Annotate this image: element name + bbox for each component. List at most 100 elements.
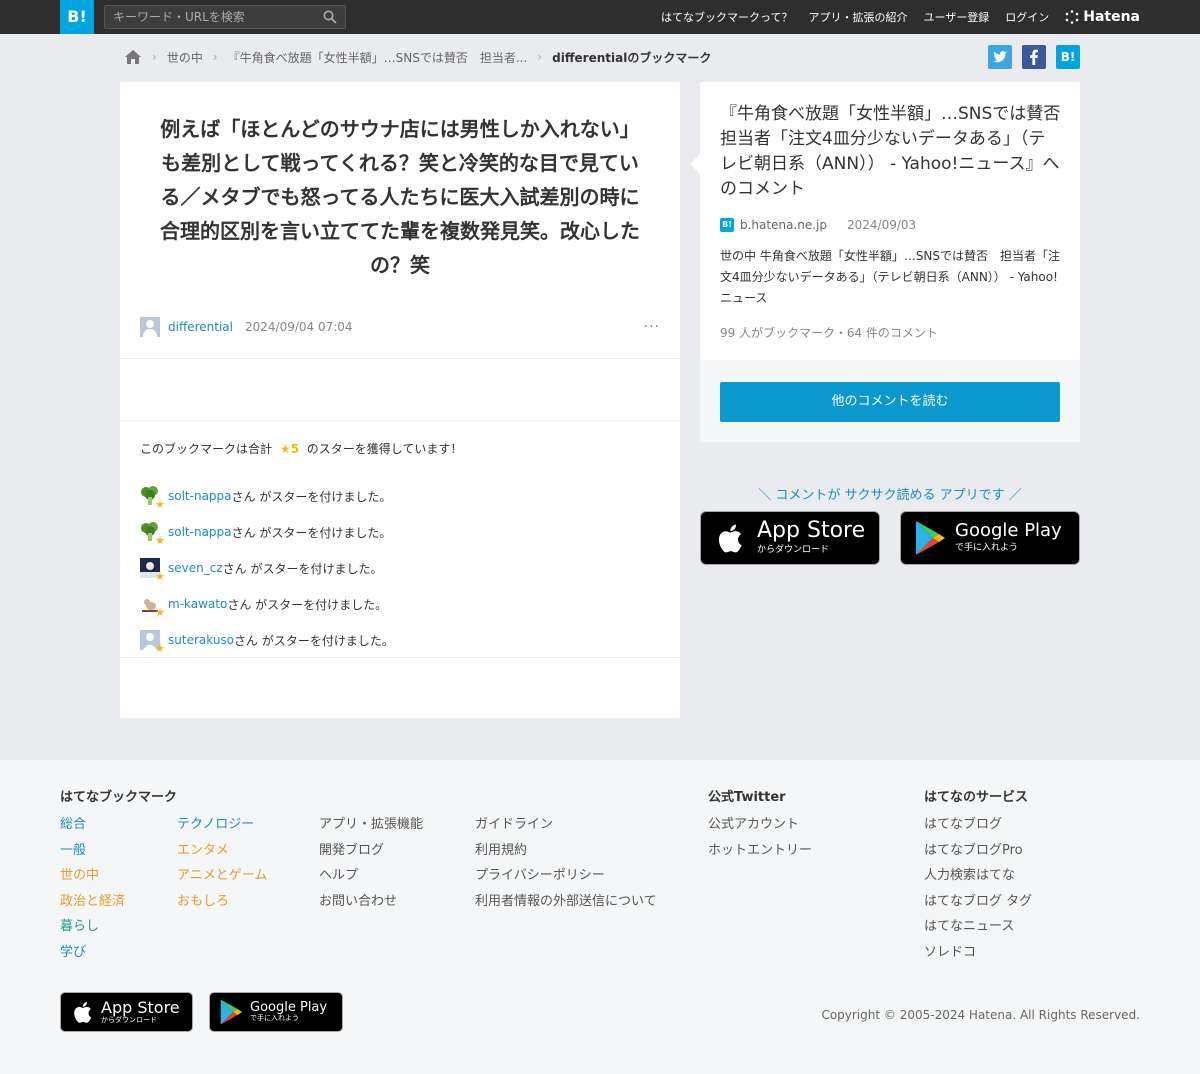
star-user-link[interactable]: suterakuso [168, 633, 234, 647]
star-icon: ★ [155, 606, 165, 619]
footer-link[interactable]: はてなニュース [924, 914, 1032, 940]
breadcrumb-category[interactable]: 世の中 [167, 49, 203, 66]
star-user-link[interactable]: solt-nappa [168, 525, 232, 539]
breadcrumb-current: differentialのブックマーク [552, 50, 712, 65]
footer-link[interactable]: はてなブログ [924, 812, 1032, 838]
google-play-badge[interactable]: Google Play で手に入れよう [900, 511, 1080, 565]
footer-link[interactable]: お問い合わせ [319, 889, 423, 915]
footer-link[interactable]: 開発ブログ [319, 838, 423, 864]
nav-register[interactable]: ユーザー登録 [923, 9, 989, 25]
entry-domain[interactable]: b.hatena.ne.jp [740, 218, 827, 232]
footer-link[interactable]: 公式アカウント [708, 812, 812, 838]
bookmark-user-link[interactable]: differential [168, 320, 233, 334]
footer-link[interactable]: はてなブログPro [924, 838, 1032, 864]
home-icon[interactable] [124, 49, 142, 65]
apple-icon [74, 1001, 92, 1023]
footer-link[interactable]: エンタメ [177, 838, 267, 864]
footer-link[interactable]: おもしろ [177, 889, 267, 915]
footer-link[interactable]: 利用規約 [475, 838, 657, 864]
star-list: ★ solt-nappa さん がスターを付けました。 ★ solt-nappa さ… [140, 478, 660, 658]
app-store-subtitle: からダウンロード [757, 545, 830, 556]
google-play-icon [916, 521, 945, 555]
footer-link[interactable]: 暮らし [60, 914, 125, 940]
footer-link[interactable]: 学び [60, 940, 125, 966]
google-play-subtitle: で手に入れよう [955, 543, 1019, 554]
footer-link[interactable]: アニメとゲーム [177, 863, 267, 889]
footer-link[interactable]: 人力検索はてな [924, 863, 1032, 889]
star-summary-suffix: のスターを獲得しています！ [306, 442, 463, 456]
avatar[interactable] [140, 317, 160, 337]
footer-link[interactable]: テクノロジー [177, 812, 267, 838]
star-icon: ★ [155, 534, 165, 547]
divider [120, 420, 680, 421]
footer-link[interactable]: ホットエントリー [708, 838, 812, 864]
hatena-brand-label: Hatena [1083, 9, 1140, 25]
search-box[interactable] [104, 5, 346, 29]
footer-twitter-title: 公式Twitter [708, 790, 786, 805]
footer-categories-2: テクノロジー エンタメ アニメとゲーム おもしろ [177, 812, 267, 914]
app-promo-text: ＼ コメントが サクサク読める アプリです ／ [758, 488, 1022, 503]
avatar[interactable]: ★ [140, 522, 165, 547]
avatar[interactable]: ★ [140, 558, 165, 583]
star-row-text: さん がスターを付けました。 [231, 489, 392, 504]
footer-app-store-badge[interactable]: App Store からダウンロード [60, 992, 193, 1032]
footer-categories-1: 総合 一般 世の中 政治と経済 暮らし 学び [60, 812, 125, 965]
footer-link[interactable]: 政治と経済 [60, 889, 125, 915]
more-options-icon[interactable]: ··· [644, 319, 660, 335]
star-user-link[interactable]: solt-nappa [168, 489, 232, 503]
footer-link[interactable]: 総合 [60, 812, 125, 838]
footer-google-play-badge[interactable]: Google Play で手に入れよう [209, 992, 343, 1032]
avatar[interactable]: ★ [140, 630, 165, 655]
search-icon[interactable] [323, 10, 337, 24]
list-item: ★ m-kawato さん がスターを付けました。 [140, 586, 660, 622]
footer-link[interactable]: 世の中 [60, 863, 125, 889]
footer-link[interactable]: 一般 [60, 838, 125, 864]
facebook-share-button[interactable] [1022, 45, 1046, 69]
footer-hb-title: はてなブックマーク [60, 790, 178, 805]
hatena-dots-icon [1065, 10, 1079, 24]
google-play-subtitle: で手に入れよう [250, 1014, 299, 1023]
avatar[interactable]: ★ [140, 486, 165, 511]
bookmark-comment: 例えば「ほとんどのサウナ店には男性しか入れない」も差別として戦ってくれる？笑と冷… [160, 117, 640, 277]
entry-title[interactable]: 『牛角食べ放題「女性半額」…SNSでは賛否 担当者「注文4皿分少ないデータある」… [720, 102, 1077, 202]
hatena-brand-link[interactable]: Hatena [1065, 9, 1140, 25]
breadcrumb-entry[interactable]: 『牛角食べ放題「女性半額」…SNSでは賛否 担当者... [228, 49, 528, 66]
divider [120, 358, 680, 359]
chevron-right-icon: › [537, 50, 543, 64]
nav-apps[interactable]: アプリ・拡張の紹介 [808, 9, 907, 25]
app-store-badge[interactable]: App Store からダウンロード [700, 511, 880, 565]
footer-link[interactable]: 利用者情報の外部送信について [475, 889, 657, 915]
star-row-text: さん がスターを付けました。 [234, 633, 394, 648]
hatena-share-button[interactable]: B! [1056, 45, 1080, 69]
top-bar: B! はてなブックマークって？ アプリ・拡張の紹介 ユーザー登録 ログイン Ha… [0, 0, 1200, 34]
footer-link[interactable]: ガイドライン [475, 812, 657, 838]
twitter-icon [993, 51, 1007, 63]
footer-link[interactable]: はてなブログ タグ [924, 889, 1032, 915]
star-count: ★5 [279, 442, 299, 456]
footer: はてなブックマーク 総合 一般 世の中 政治と経済 暮らし 学び テクノロジー … [0, 760, 1200, 1074]
divider [120, 657, 680, 658]
footer-link[interactable]: アプリ・拡張機能 [319, 812, 423, 838]
google-play-title: Google Play [955, 520, 1062, 542]
hatena-bookmark-logo[interactable]: B! [60, 0, 94, 34]
search-input[interactable] [113, 9, 313, 25]
star-row-text: さん がスターを付けました。 [227, 597, 388, 612]
footer-link[interactable]: プライバシーポリシー [475, 863, 657, 889]
top-nav: はてなブックマークって？ アプリ・拡張の紹介 ユーザー登録 ログイン Haten… [661, 0, 1140, 34]
avatar[interactable]: ★ [140, 594, 165, 619]
nav-login[interactable]: ログイン [1005, 9, 1049, 25]
footer-link[interactable]: ヘルプ [319, 863, 423, 889]
star-user-link[interactable]: m-kawato [168, 597, 227, 611]
nav-about[interactable]: はてなブックマークって？ [661, 9, 792, 25]
entry-source: B! b.hatena.ne.jp 2024/09/03 [720, 218, 916, 232]
twitter-share-button[interactable] [988, 45, 1012, 69]
star-user-link[interactable]: seven_cz [168, 561, 223, 575]
star-summary-prefix: このブックマークは合計 [140, 442, 273, 456]
footer-link[interactable]: ソレドコ [924, 940, 1032, 966]
entry-bookmark-count[interactable]: 99 人がブックマーク・64 件のコメント [720, 324, 938, 341]
entry-date: 2024/09/03 [847, 218, 917, 232]
footer-twitter-links: 公式アカウント ホットエントリー [708, 812, 812, 863]
bookmark-date[interactable]: 2024/09/04 07:04 [245, 320, 353, 334]
star-icon: ★ [155, 498, 165, 511]
read-other-comments-button[interactable]: 他のコメントを読む [720, 382, 1060, 422]
